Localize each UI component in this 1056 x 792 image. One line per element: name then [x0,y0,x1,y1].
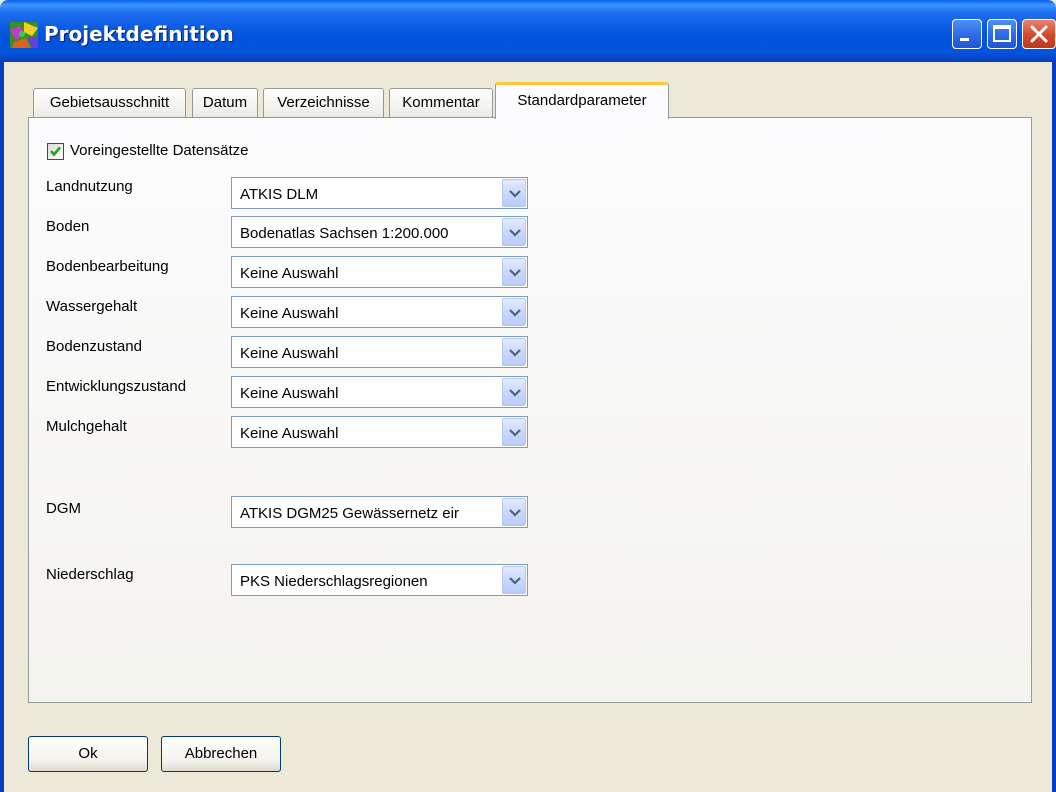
title-bar[interactable]: Projektdefinition [0,0,1056,62]
label-landnutzung: Landnutzung [46,178,133,195]
bodenzustand-select[interactable]: Keine Auswahl [231,336,528,368]
minimize-icon [960,38,969,41]
checkmark-icon [50,146,61,157]
window-title: Projektdefinition [44,22,234,46]
label-wassergehalt: Wassergehalt [46,298,138,315]
ok-button[interactable]: Ok [28,736,148,772]
entwicklungszustand-value: Keine Auswahl [240,385,339,402]
dgm-select[interactable]: ATKIS DGM25 Gewässernetz eir [231,496,528,528]
landnutzung-select[interactable]: ATKIS DLM [231,177,528,209]
dgm-dropdown-button[interactable] [502,498,526,526]
niederschlag-dropdown-button[interactable] [502,566,526,594]
dgm-value: ATKIS DGM25 Gewässernetz eir [240,505,459,522]
entwicklungszustand-select[interactable]: Keine Auswahl [231,376,528,408]
chevron-down-icon [509,190,521,198]
maximize-button[interactable] [987,19,1017,49]
boden-select[interactable]: Bodenatlas Sachsen 1:200.000 [231,216,528,248]
bodenbearbeitung-select[interactable]: Keine Auswahl [231,256,528,288]
boden-value: Bodenatlas Sachsen 1:200.000 [240,225,449,242]
close-icon [1030,25,1048,43]
label-niederschlag: Niederschlag [46,566,134,583]
wassergehalt-dropdown-button[interactable] [502,298,526,326]
label-bodenbearbeitung: Bodenbearbeitung [46,258,169,275]
landnutzung-dropdown-button[interactable] [502,179,526,207]
close-button[interactable] [1022,19,1056,49]
bodenzustand-dropdown-button[interactable] [502,338,526,366]
bodenbearbeitung-value: Keine Auswahl [240,265,339,282]
entwicklungszustand-dropdown-button[interactable] [502,378,526,406]
mulchgehalt-value: Keine Auswahl [240,425,339,442]
niederschlag-select[interactable]: PKS Niederschlagsregionen [231,564,528,596]
chevron-down-icon [509,229,521,237]
boden-dropdown-button[interactable] [502,218,526,246]
tab-standardparameter[interactable]: Standardparameter [495,82,669,119]
bodenzustand-value: Keine Auswahl [240,345,339,362]
wassergehalt-select[interactable]: Keine Auswahl [231,296,528,328]
chevron-down-icon [509,349,521,357]
bodenbearbeitung-dropdown-button[interactable] [502,258,526,286]
tab-gebietsausschnitt[interactable]: Gebietsausschnitt [33,88,186,118]
chevron-down-icon [509,429,521,437]
tab-kommentar[interactable]: Kommentar [389,88,493,118]
tab-panel-standardparameter [28,117,1032,703]
chevron-down-icon [509,389,521,397]
chevron-down-icon [509,509,521,517]
label-bodenzustand: Bodenzustand [46,338,142,355]
mulchgehalt-select[interactable]: Keine Auswahl [231,416,528,448]
mulchgehalt-dropdown-button[interactable] [502,418,526,446]
label-boden: Boden [46,218,90,235]
wassergehalt-value: Keine Auswahl [240,305,339,322]
niederschlag-value: PKS Niederschlagsregionen [240,573,428,590]
landnutzung-value: ATKIS DLM [240,186,319,203]
chevron-down-icon [509,577,521,585]
label-entwicklungszustand: Entwicklungszustand [46,378,187,395]
minimize-button[interactable] [952,19,982,49]
dialog-window: Projektdefinition Gebietsausschnitt Datu… [0,0,1056,792]
chevron-down-icon [509,269,521,277]
window-frame-right [1052,62,1056,792]
cancel-button[interactable]: Abbrechen [161,736,281,772]
tab-verzeichnisse[interactable]: Verzeichnisse [263,88,384,118]
window-frame-left [0,62,4,792]
tab-datum[interactable]: Datum [192,88,258,118]
label-dgm: DGM [46,500,81,517]
maximize-icon [993,25,1011,42]
chevron-down-icon [509,309,521,317]
preset-datasets-checkbox[interactable] [47,143,64,160]
label-mulchgehalt: Mulchgehalt [46,418,127,435]
preset-datasets-label: Voreingestellte Datensätze [70,142,249,159]
app-icon [10,22,38,48]
